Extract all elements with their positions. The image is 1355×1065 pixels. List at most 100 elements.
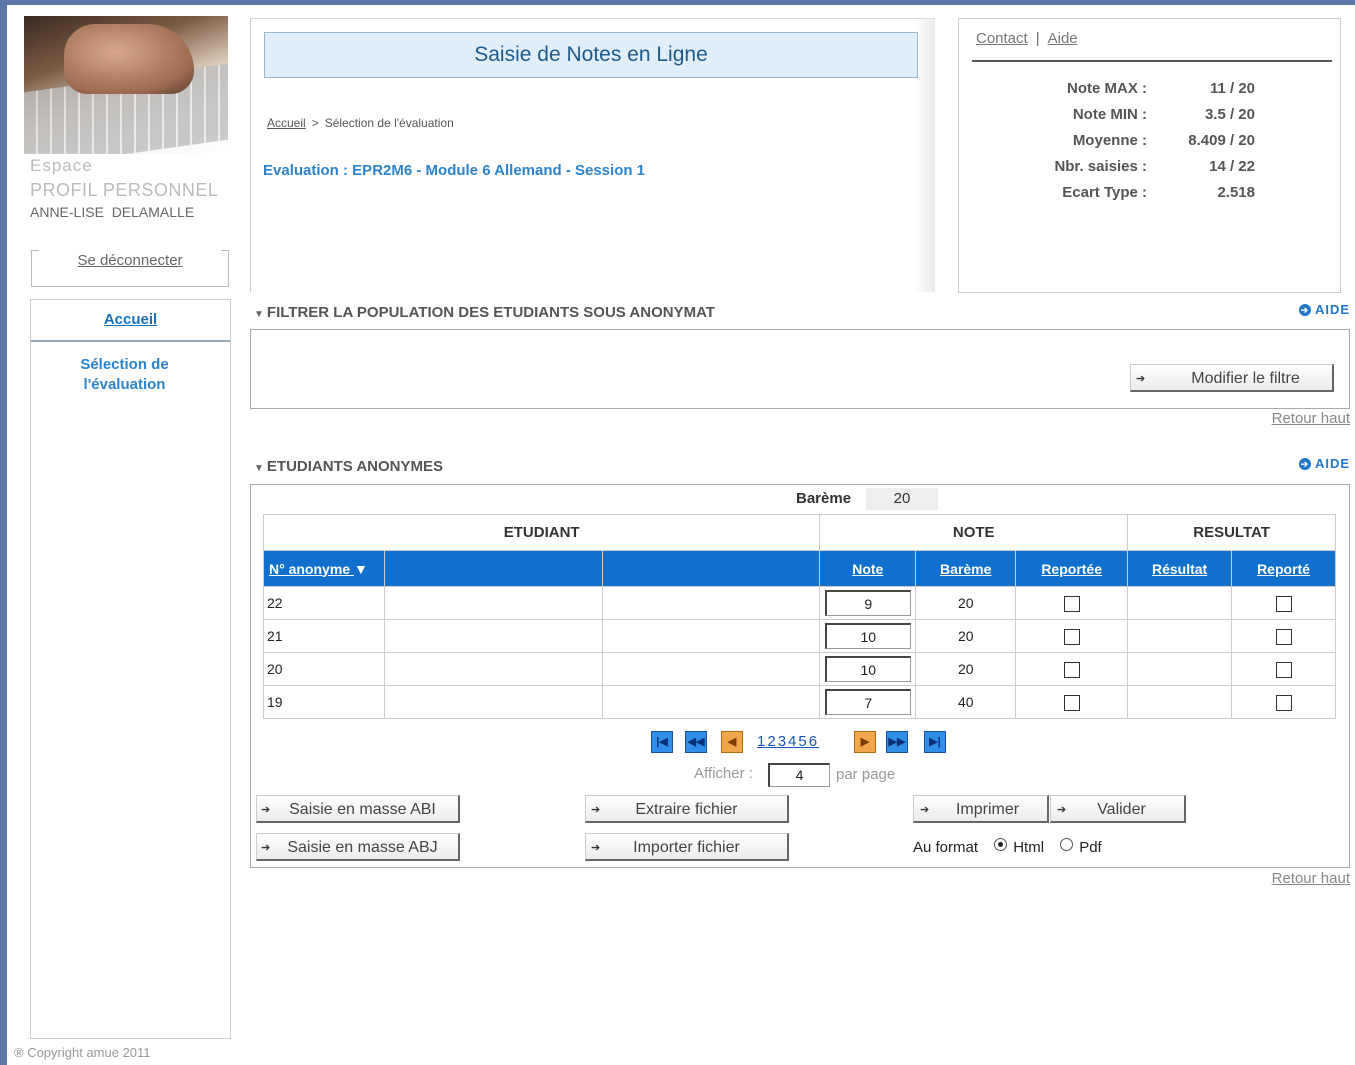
row-bareme: 40 [915, 685, 1017, 719]
reporte-checkbox[interactable] [1275, 628, 1292, 645]
note-input[interactable]: 7 [824, 689, 911, 715]
profil-label: PROFIL PERSONNEL [30, 180, 219, 200]
logout-link[interactable]: Se déconnecter [32, 252, 228, 269]
modifier-filtre-button[interactable]: ➔ Modifier le filtre [1130, 364, 1334, 392]
stat-value: 11 / 20 [1209, 80, 1255, 97]
page-link-1[interactable]: 1 [757, 733, 767, 750]
first-page-icon[interactable]: |◀ [651, 731, 673, 753]
bareme-value: 20 [866, 488, 938, 510]
note-input[interactable]: 10 [824, 656, 911, 682]
collapse-triangle-icon: ▼ [254, 463, 264, 474]
stats-divider [972, 60, 1332, 62]
row-blank [383, 652, 603, 686]
valider-label: Valider [1097, 801, 1146, 818]
filter-title-text: FILTRER LA POPULATION DES ETUDIANTS SOUS… [266, 304, 715, 321]
imprimer-label: Imprimer [955, 801, 1020, 818]
stat-note-min: Note MIN : 3.5 / 20 [990, 106, 1255, 132]
note-input[interactable]: 10 [824, 623, 911, 649]
previous-page-icon[interactable]: ◀ [721, 731, 743, 753]
afficher-label: Afficher : [694, 765, 753, 782]
help-arrow-icon: ➔ [1298, 304, 1311, 316]
row-bareme: 20 [915, 619, 1017, 653]
saisie-abi-button[interactable]: ➔ Saisie en masse ABI [256, 795, 460, 823]
importer-fichier-button[interactable]: ➔ Importer fichier [585, 833, 789, 861]
profile-banner-image [24, 16, 228, 154]
last-page-icon[interactable]: ▶| [924, 731, 946, 753]
top-border [0, 0, 1355, 5]
row-bareme: 20 [915, 586, 1017, 620]
hand-image [64, 24, 194, 94]
nav-selection-line1: Sélection de [80, 356, 169, 373]
bareme-label: Barème [796, 490, 852, 507]
reportee-checkbox[interactable] [1063, 661, 1080, 678]
stat-value: 8.409 / 20 [1188, 132, 1255, 149]
row-id: 21 [263, 619, 385, 653]
extraire-fichier-button[interactable]: ➔ Extraire fichier [585, 795, 789, 823]
students-aide-link[interactable]: ➔ AIDE [1298, 456, 1350, 471]
table-row: 19 7 40 [263, 685, 1336, 719]
saisie-abi-label: Saisie en masse ABI [289, 801, 436, 818]
filter-section-title[interactable]: ▼ FILTRER LA POPULATION DES ETUDIANTS SOU… [254, 304, 715, 321]
reportee-checkbox[interactable] [1063, 694, 1080, 711]
retour-haut-link-1[interactable]: Retour haut [1272, 410, 1350, 427]
group-resultat: RESULTAT [1127, 514, 1336, 551]
contact-link[interactable]: Contact [976, 30, 1028, 47]
students-section-title[interactable]: ▼ ETUDIANTS ANONYMES [254, 458, 443, 475]
group-etudiant: ETUDIANT [262, 514, 821, 551]
reportee-checkbox[interactable] [1063, 595, 1080, 612]
breadcrumb-home[interactable]: Accueil [267, 116, 306, 130]
column-reporte[interactable]: Reporté [1231, 550, 1336, 587]
per-page-input[interactable]: 4 [768, 763, 830, 787]
page-link-3[interactable]: 3 [778, 733, 788, 750]
row-blank [601, 619, 821, 653]
nav-selection-evaluation[interactable]: Sélection de l'évaluation [31, 355, 230, 395]
reportee-checkbox[interactable] [1063, 628, 1080, 645]
imprimer-button[interactable]: ➔ Imprimer [913, 795, 1049, 823]
reporte-checkbox[interactable] [1275, 694, 1292, 711]
row-bareme: 20 [915, 652, 1017, 686]
row-id: 20 [263, 652, 385, 686]
html-radio[interactable] [994, 838, 1008, 851]
stat-label: Nbr. saisies : [1054, 158, 1147, 175]
note-input[interactable]: 9 [824, 590, 911, 616]
nav-accueil[interactable]: Accueil [31, 300, 230, 342]
row-id: 22 [263, 586, 385, 620]
aide-link[interactable]: Aide [1048, 30, 1078, 47]
html-label: Html [1013, 839, 1045, 856]
pdf-radio[interactable] [1060, 838, 1074, 851]
column-resultat[interactable]: Résultat [1127, 550, 1233, 587]
column-note[interactable]: Note [819, 550, 917, 587]
rewind-icon[interactable]: ◀◀ [685, 731, 707, 753]
retour-haut-link-2[interactable]: Retour haut [1272, 870, 1350, 887]
page-link-5[interactable]: 5 [798, 733, 808, 750]
column-reportee[interactable]: Reportée [1015, 550, 1129, 587]
pdf-label: Pdf [1079, 839, 1102, 856]
collapse-triangle-icon: ▼ [254, 309, 264, 320]
page-link-6[interactable]: 6 [809, 733, 819, 750]
page-link-4[interactable]: 4 [788, 733, 798, 750]
stat-label: Ecart Type : [1062, 184, 1147, 201]
modifier-filtre-label: Modifier le filtre [1191, 370, 1300, 387]
next-page-icon[interactable]: ▶ [854, 731, 876, 753]
column-anonyme[interactable]: N° anonyme ▼ [263, 550, 385, 587]
valider-button[interactable]: ➔ Valider [1050, 795, 1186, 823]
filter-aide-link[interactable]: ➔ AIDE [1298, 302, 1350, 317]
reporte-checkbox[interactable] [1275, 661, 1292, 678]
stat-ecart-type: Ecart Type : 2.518 [990, 184, 1255, 210]
students-table: ETUDIANT NOTE RESULTAT N° anonyme ▼ Note… [262, 514, 1336, 719]
espace-label: Espace [30, 156, 93, 175]
page-link-2[interactable]: 2 [767, 733, 777, 750]
stat-note-max: Note MAX : 11 / 20 [990, 80, 1255, 106]
row-resultat [1127, 586, 1233, 620]
saisie-abj-button[interactable]: ➔ Saisie en masse ABJ [256, 833, 460, 861]
column-blank-1 [383, 550, 603, 587]
fast-forward-icon[interactable]: ▶▶ [886, 731, 908, 753]
copyright: ® Copyright amue 2011 [14, 1045, 151, 1060]
column-bareme[interactable]: Barème [915, 550, 1017, 587]
nav-selection-line2: l'évaluation [83, 376, 166, 393]
reporte-checkbox[interactable] [1275, 595, 1292, 612]
stat-moyenne: Moyenne : 8.409 / 20 [990, 132, 1255, 158]
filter-aide-text: AIDE [1314, 302, 1350, 317]
table-row: 22 9 20 [263, 586, 1336, 620]
table-row: 20 10 20 [263, 652, 1336, 686]
